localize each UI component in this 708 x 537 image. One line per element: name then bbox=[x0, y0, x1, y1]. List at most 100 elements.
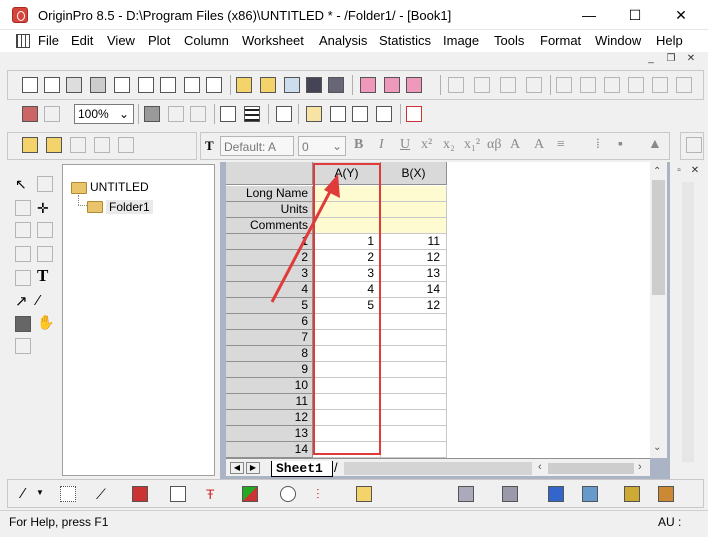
rectangle-tool-icon[interactable] bbox=[15, 316, 31, 332]
dock-pin-icon[interactable]: ▫ bbox=[672, 164, 686, 178]
3d-surface-icon[interactable] bbox=[458, 486, 474, 502]
menu-image[interactable]: Image bbox=[443, 33, 479, 48]
column-plot-icon[interactable] bbox=[132, 486, 148, 502]
area-plot-icon[interactable] bbox=[242, 486, 258, 502]
paint-bucket-icon[interactable] bbox=[686, 137, 702, 153]
row-header[interactable]: 11 bbox=[226, 394, 313, 410]
menu-statistics[interactable]: Statistics bbox=[379, 33, 431, 48]
close-button[interactable]: ✕ bbox=[658, 0, 704, 30]
line-plot-icon[interactable]: ⁄ bbox=[22, 485, 25, 502]
document-menu-icon[interactable] bbox=[16, 34, 30, 48]
row-header[interactable]: 7 bbox=[226, 330, 313, 346]
copy-page-icon[interactable] bbox=[190, 106, 206, 122]
cell-b[interactable]: 13 bbox=[381, 266, 447, 282]
line-tool-icon[interactable]: ⁄ bbox=[37, 292, 53, 309]
increase-font-icon[interactable]: A bbox=[510, 137, 520, 153]
hand-tool-icon[interactable]: ✋ bbox=[37, 314, 54, 330]
region-icon[interactable] bbox=[15, 246, 31, 262]
code-builder-icon[interactable] bbox=[330, 106, 346, 122]
align-bottom-icon[interactable] bbox=[676, 77, 692, 93]
underline-button[interactable]: U bbox=[400, 137, 410, 153]
cell-b[interactable] bbox=[381, 314, 447, 330]
contour-icon[interactable] bbox=[548, 486, 564, 502]
decrease-font-icon[interactable]: A bbox=[534, 137, 544, 153]
row-header[interactable]: 9 bbox=[226, 362, 313, 378]
fill-color-icon[interactable]: ▲ bbox=[648, 137, 662, 153]
open-excel-icon[interactable] bbox=[284, 77, 300, 93]
zoom-select[interactable]: 100% ⌄ bbox=[74, 104, 134, 124]
ternary-icon[interactable] bbox=[658, 486, 674, 502]
align-center-icon[interactable] bbox=[580, 77, 596, 93]
import-multiple-icon[interactable] bbox=[384, 77, 400, 93]
menu-tools[interactable]: Tools bbox=[494, 33, 524, 48]
explorer-root[interactable]: UNTITLED bbox=[90, 180, 149, 194]
scroll-up-icon[interactable]: ⌃ bbox=[653, 166, 661, 177]
new-notes-icon[interactable] bbox=[184, 77, 200, 93]
align-icon[interactable]: ≡ bbox=[557, 137, 565, 153]
cell-b[interactable] bbox=[381, 410, 447, 426]
maximize-button[interactable]: ☐ bbox=[612, 0, 658, 30]
script-window-icon[interactable] bbox=[220, 106, 236, 122]
italic-button[interactable]: I bbox=[379, 137, 384, 153]
screen-reader-icon[interactable] bbox=[94, 137, 110, 153]
row-header[interactable]: 13 bbox=[226, 426, 313, 442]
arrow-tool-icon[interactable]: ↗ bbox=[15, 292, 31, 310]
cell-b[interactable]: 11 bbox=[381, 234, 447, 250]
line-style-icon[interactable]: ⁞ bbox=[596, 137, 600, 153]
units-cell-b[interactable] bbox=[381, 202, 447, 218]
import-icon[interactable] bbox=[360, 77, 376, 93]
new-graph-icon[interactable] bbox=[90, 77, 106, 93]
add-column-icon[interactable] bbox=[406, 106, 422, 122]
cell-b[interactable] bbox=[381, 362, 447, 378]
text-tool-icon[interactable]: T bbox=[37, 266, 53, 285]
save-icon[interactable] bbox=[306, 77, 322, 93]
print-preview-icon[interactable] bbox=[168, 106, 184, 122]
scroll-thumb[interactable] bbox=[652, 180, 665, 295]
menu-view[interactable]: View bbox=[107, 33, 135, 48]
fill-pattern-icon[interactable]: ▪ bbox=[618, 137, 623, 153]
messages-icon[interactable] bbox=[376, 106, 392, 122]
mask-icon[interactable] bbox=[118, 137, 134, 153]
project-explorer-icon[interactable] bbox=[276, 106, 292, 122]
cell-b[interactable] bbox=[381, 426, 447, 442]
zoom-in-icon[interactable] bbox=[37, 176, 53, 192]
align-top-icon[interactable] bbox=[628, 77, 644, 93]
align-middle-icon[interactable] bbox=[652, 77, 668, 93]
scroll-right-icon[interactable]: › bbox=[638, 461, 642, 473]
pointer-icon[interactable]: ↖ bbox=[15, 176, 31, 192]
mdi-close-icon[interactable]: ✕ bbox=[684, 52, 698, 66]
scroll-down-icon[interactable]: ⌄ bbox=[653, 442, 661, 453]
cell-b[interactable] bbox=[381, 378, 447, 394]
cell-b[interactable] bbox=[381, 346, 447, 362]
cell-b[interactable]: 12 bbox=[381, 298, 447, 314]
crosshair-icon[interactable]: ✛ bbox=[37, 200, 53, 216]
new-project-icon[interactable] bbox=[22, 77, 38, 93]
row-header[interactable]: 14 bbox=[226, 442, 313, 458]
layer-icon[interactable] bbox=[474, 77, 490, 93]
command-window-icon[interactable] bbox=[244, 106, 260, 122]
menu-plot[interactable]: Plot bbox=[148, 33, 170, 48]
print-icon[interactable] bbox=[144, 106, 160, 122]
template-library-icon[interactable] bbox=[356, 486, 372, 502]
menu-worksheet[interactable]: Worksheet bbox=[242, 33, 304, 48]
layer3-icon[interactable] bbox=[526, 77, 542, 93]
explorer-child[interactable]: Folder1 bbox=[106, 200, 153, 214]
new-excel-icon[interactable] bbox=[66, 77, 82, 93]
scroll-left-icon[interactable]: ‹ bbox=[538, 461, 542, 473]
font-select[interactable]: Default: A bbox=[220, 136, 294, 156]
menu-edit[interactable]: Edit bbox=[71, 33, 93, 48]
pie-plot-icon[interactable] bbox=[280, 486, 296, 502]
vertical-scrollbar[interactable]: ⌃ ⌄ bbox=[650, 162, 667, 458]
scatter-tool-icon[interactable] bbox=[15, 270, 31, 286]
column-header-b[interactable]: B(X) bbox=[381, 162, 447, 185]
zoom-out-icon[interactable] bbox=[15, 200, 31, 216]
new-sheet-tab[interactable]: / bbox=[334, 460, 338, 475]
3d-bar-icon[interactable] bbox=[502, 486, 518, 502]
horizontal-scroll-thumb[interactable] bbox=[548, 463, 634, 474]
row-header[interactable]: 8 bbox=[226, 346, 313, 362]
cell-b[interactable] bbox=[381, 330, 447, 346]
layer2-icon[interactable] bbox=[500, 77, 516, 93]
row-header[interactable]: 6 bbox=[226, 314, 313, 330]
long-name-cell-b[interactable] bbox=[381, 186, 447, 202]
menu-analysis[interactable]: Analysis bbox=[319, 33, 367, 48]
